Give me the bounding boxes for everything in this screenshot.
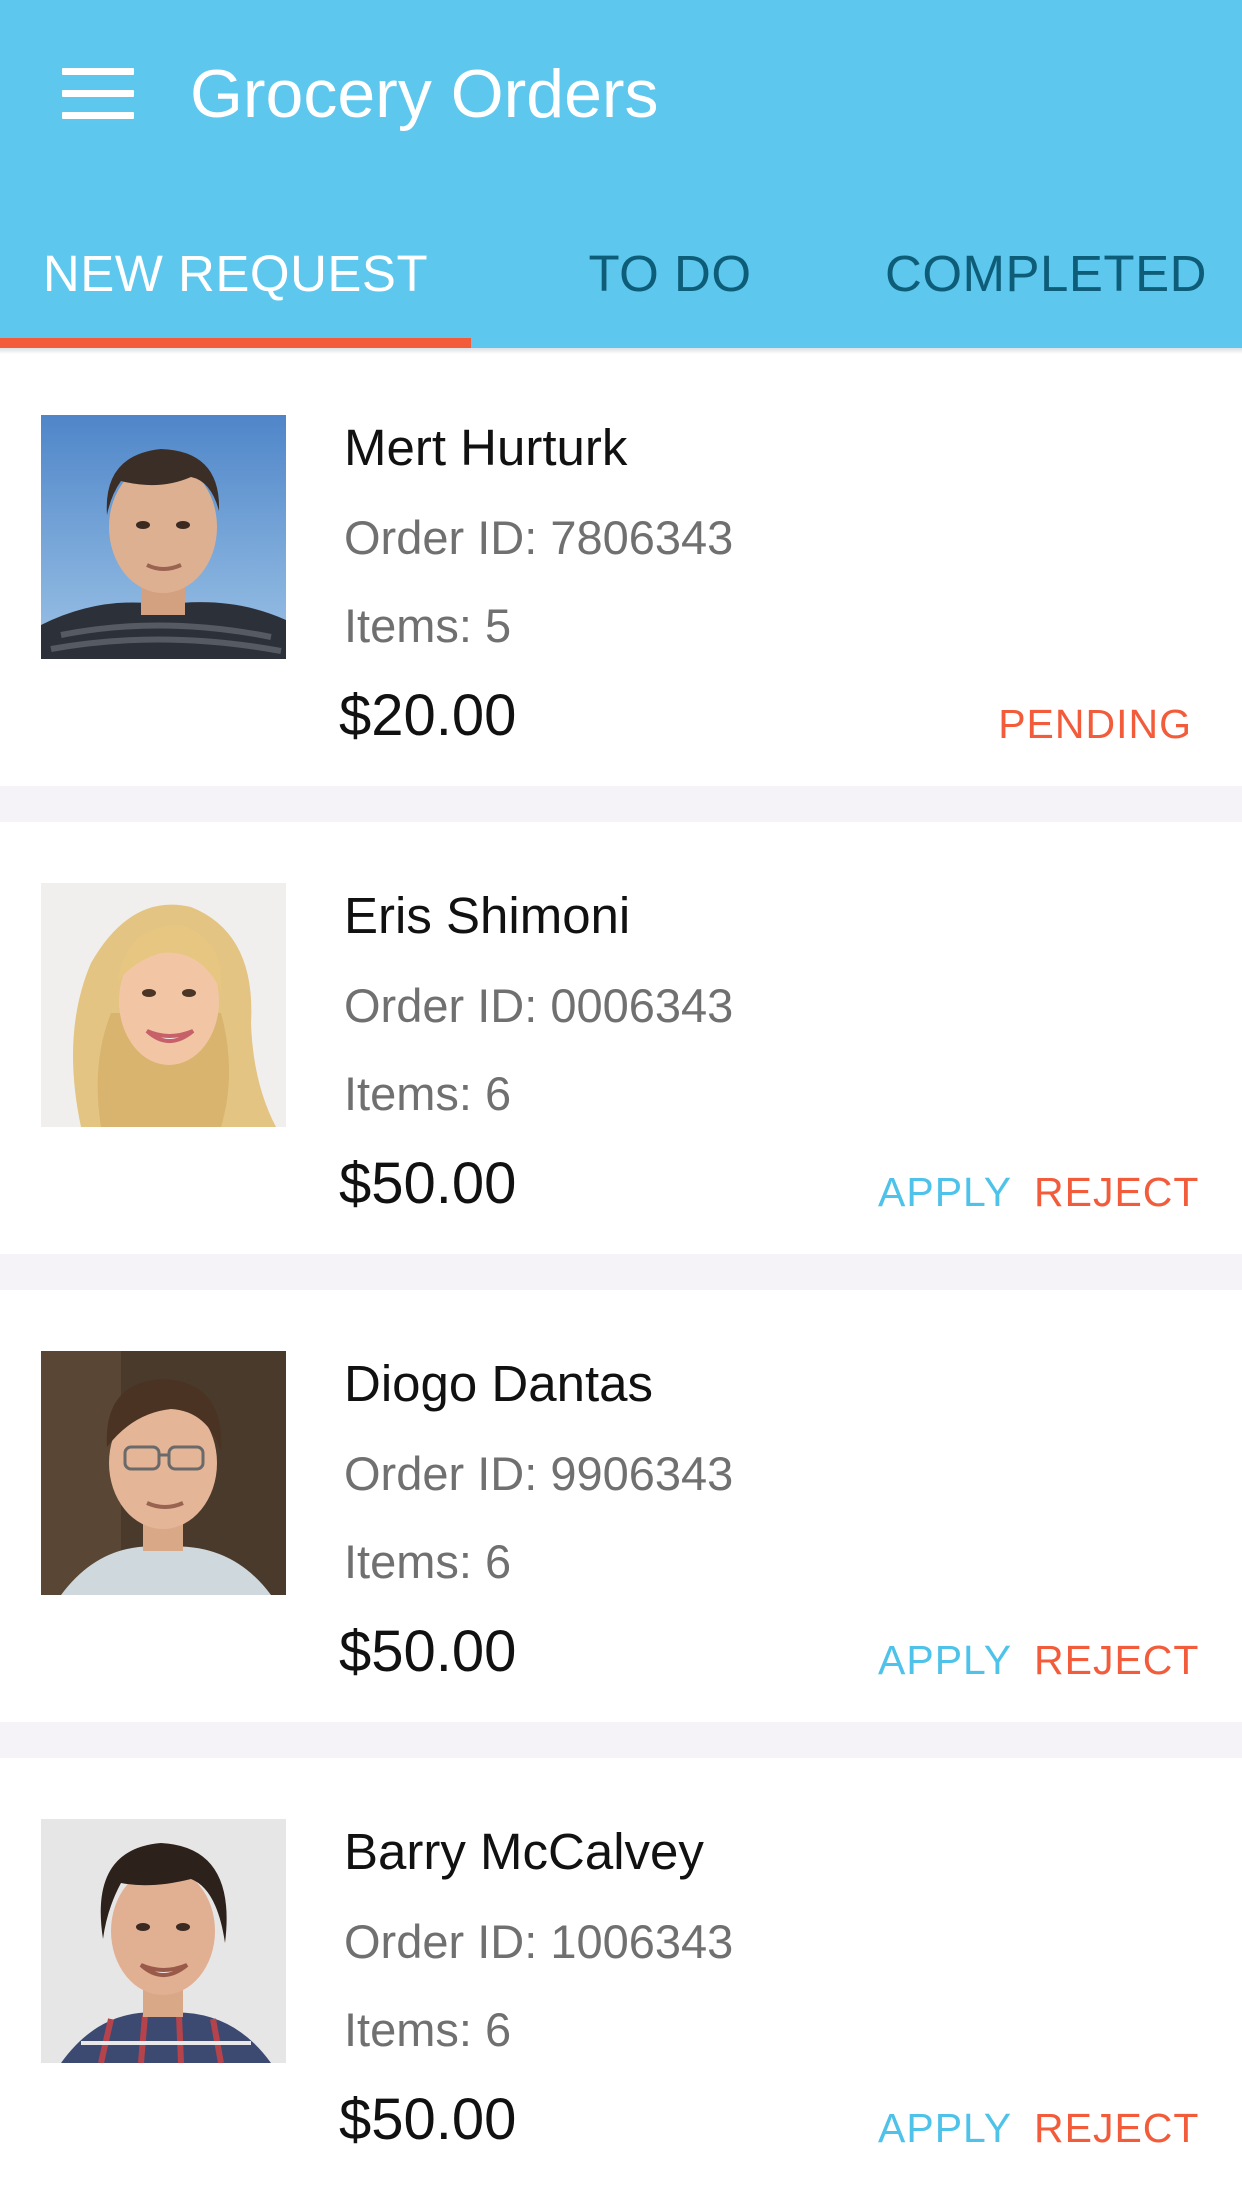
order-price: $50.00 [339, 2087, 517, 2152]
order-id: Order ID: 0006343 [344, 979, 734, 1032]
order-card[interactable]: Mert Hurturk Order ID: 7806343 Items: 5 … [0, 354, 1242, 789]
order-id: Order ID: 7806343 [344, 511, 734, 564]
customer-name: Mert Hurturk [344, 419, 628, 476]
card-divider [0, 786, 1242, 822]
customer-name: Barry McCalvey [344, 1823, 704, 1880]
avatar-photo-blonde-woman [41, 883, 286, 1127]
tab-to-do[interactable]: TO DO [545, 230, 795, 348]
tab-new-request[interactable]: NEW REQUEST [0, 230, 471, 348]
reject-button[interactable]: REJECT [1034, 1162, 1199, 1222]
customer-avatar [41, 883, 286, 1127]
customer-avatar [41, 1819, 286, 2063]
app-bar: Grocery Orders NEW REQUEST TO DO COMPLET… [0, 0, 1242, 348]
item-count: Items: 6 [344, 2003, 512, 2056]
order-card[interactable]: Barry McCalvey Order ID: 1006343 Items: … [0, 1758, 1242, 2193]
apply-button[interactable]: APPLY [878, 1162, 1012, 1222]
order-id: Order ID: 9906343 [344, 1447, 734, 1500]
customer-avatar [41, 1351, 286, 1595]
active-tab-indicator [0, 338, 471, 348]
apply-button[interactable]: APPLY [878, 2098, 1012, 2158]
customer-avatar [41, 415, 286, 659]
item-count: Items: 6 [344, 1067, 512, 1120]
reject-button[interactable]: REJECT [1034, 1630, 1199, 1690]
customer-name: Eris Shimoni [344, 887, 631, 944]
item-count: Items: 5 [344, 599, 512, 652]
order-price: $20.00 [339, 683, 517, 748]
item-count: Items: 6 [344, 1535, 512, 1588]
tab-completed[interactable]: COMPLETED [850, 230, 1242, 348]
order-price: $50.00 [339, 1619, 517, 1684]
app-title: Grocery Orders [190, 56, 659, 132]
status-pending-label: PENDING [998, 701, 1192, 747]
reject-button[interactable]: REJECT [1034, 2098, 1199, 2158]
card-divider [0, 1254, 1242, 1290]
avatar-photo-man-sky [41, 415, 286, 659]
avatar-photo-man-glasses [41, 1351, 286, 1595]
order-price: $50.00 [339, 1151, 517, 1216]
order-card[interactable]: Eris Shimoni Order ID: 0006343 Items: 6 … [0, 822, 1242, 1257]
order-id: Order ID: 1006343 [344, 1915, 734, 1968]
tab-bar: NEW REQUEST TO DO COMPLETED [0, 230, 1242, 348]
card-divider [0, 1722, 1242, 1758]
apply-button[interactable]: APPLY [878, 1630, 1012, 1690]
hamburger-menu-icon[interactable] [56, 62, 140, 126]
customer-name: Diogo Dantas [344, 1355, 654, 1412]
avatar-photo-man-plaid-shirt [41, 1819, 286, 2063]
order-card[interactable]: Diogo Dantas Order ID: 9906343 Items: 6 … [0, 1290, 1242, 1725]
